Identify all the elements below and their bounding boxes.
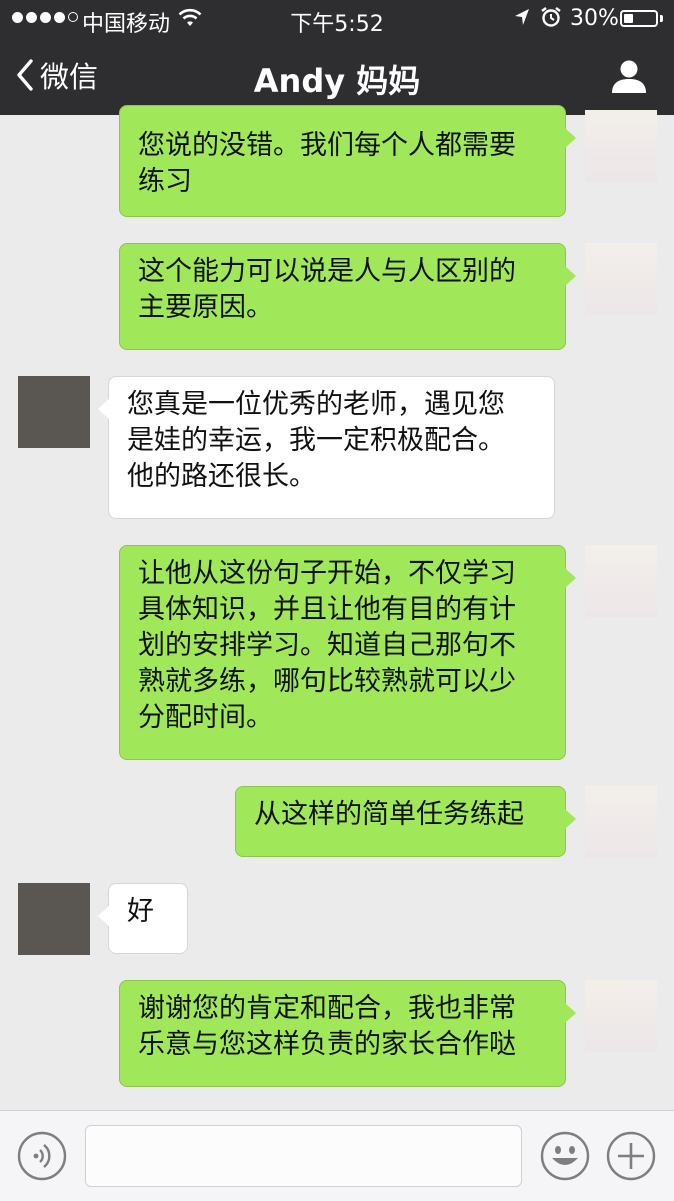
message-text: 您说的没错。我们每个人都需要 练习 xyxy=(138,130,516,197)
chat-title: Andy 妈妈 xyxy=(253,62,421,100)
my-avatar[interactable] xyxy=(585,545,657,617)
message-text: 从这样的简单任务练起 xyxy=(254,799,524,830)
contact-avatar[interactable] xyxy=(18,883,90,955)
message-bubble[interactable]: 这个能力可以说是人与人区别的 主要原因。 xyxy=(119,243,576,350)
top-bar: 中国移动 下午5:52 30% 微信 Andy 妈妈 xyxy=(0,0,674,115)
my-avatar[interactable] xyxy=(585,786,657,858)
smiley-icon[interactable] xyxy=(540,1131,590,1181)
message-bubble[interactable]: 您真是一位优秀的老师，遇见您 是娃的幸运，我一定积极配合。 他的路还很长。 xyxy=(98,376,555,519)
status-bar: 中国移动 下午5:52 30% xyxy=(0,0,674,38)
message-text: 让他从这份句子开始，不仅学习 具体知识，并且让他有目的有计 划的安排学习。知道自… xyxy=(138,558,516,733)
message-bubble[interactable]: 好 xyxy=(98,883,188,954)
message-text: 谢谢您的肯定和配合，我也非常 乐意与您这样负责的家长合作哒 xyxy=(138,993,516,1060)
message-bubble[interactable]: 从这样的简单任务练起 xyxy=(235,786,576,857)
message-text: 您真是一位优秀的老师，遇见您 是娃的幸运，我一定积极配合。 他的路还很长。 xyxy=(127,389,505,492)
alarm-clock-icon xyxy=(541,7,561,27)
message-bubble[interactable]: 谢谢您的肯定和配合，我也非常 乐意与您这样负责的家长合作哒 xyxy=(119,980,576,1087)
my-avatar[interactable] xyxy=(585,110,657,182)
battery-percent: 30% xyxy=(570,6,619,31)
voice-icon[interactable] xyxy=(17,1131,67,1181)
location-arrow-icon xyxy=(515,9,529,25)
my-avatar[interactable] xyxy=(585,243,657,315)
battery-icon xyxy=(620,10,658,27)
message-text: 这个能力可以说是人与人区别的 主要原因。 xyxy=(138,256,516,323)
plus-icon[interactable] xyxy=(606,1131,656,1181)
nav-bar: 微信 Andy 妈妈 xyxy=(0,38,674,115)
person-icon[interactable] xyxy=(610,58,648,94)
my-avatar[interactable] xyxy=(585,980,657,1052)
message-text: 好 xyxy=(127,896,154,927)
message-input[interactable] xyxy=(85,1125,522,1187)
input-bar xyxy=(0,1110,674,1201)
contact-avatar[interactable] xyxy=(18,376,90,448)
message-bubble[interactable]: 让他从这份句子开始，不仅学习 具体知识，并且让他有目的有计 划的安排学习。知道自… xyxy=(119,545,576,760)
message-bubble[interactable]: 您说的没错。我们每个人都需要 练习 xyxy=(119,105,576,217)
